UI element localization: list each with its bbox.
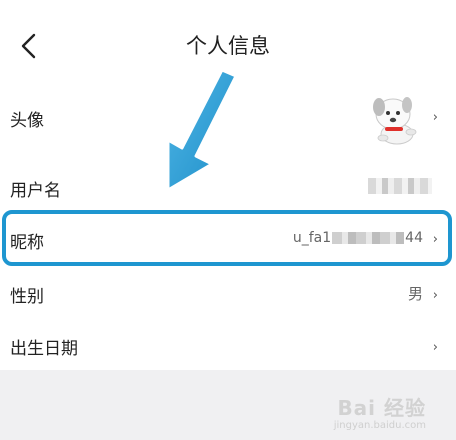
avatar: [367, 94, 423, 148]
nickname-value-suffix: 44: [405, 230, 423, 246]
nav-header: 个人信息: [0, 0, 456, 90]
page-title: 个人信息: [186, 34, 270, 58]
username-row: 用户名: [0, 160, 456, 212]
username-label: 用户名: [10, 181, 61, 201]
nickname-chevron-icon: ›: [432, 232, 438, 247]
birthday-chevron-icon: ›: [432, 340, 438, 355]
avatar-label: 头像: [10, 111, 44, 131]
nickname-label: 昵称: [10, 233, 44, 253]
gender-row[interactable]: 性别 男 ›: [0, 268, 456, 320]
birthday-row[interactable]: 出生日期 ›: [0, 320, 456, 372]
gender-label: 性别: [10, 287, 44, 307]
gender-chevron-icon: ›: [432, 288, 438, 303]
birthday-label: 出生日期: [10, 339, 78, 359]
nickname-row[interactable]: 昵称 u_fa1 44 ›: [0, 212, 456, 268]
profile-page: 个人信息 头像 › 用户名 昵称 u_fa1 44 › 性别 男 › 出生日期 …: [0, 0, 456, 440]
nickname-value: u_fa1 44: [293, 230, 423, 246]
baidu-watermark: Bai 经验: [337, 396, 426, 420]
page-footer: Bai 经验 jingyan.baidu.com: [0, 370, 456, 440]
avatar-row[interactable]: 头像 ›: [0, 88, 456, 145]
username-blurred-value: [368, 178, 432, 194]
nickname-blur-mask: [332, 232, 405, 244]
avatar-chevron-icon: ›: [432, 110, 438, 125]
baidu-watermark-url: jingyan.baidu.com: [333, 420, 426, 431]
dog-mascot-avatar-icon: [373, 97, 417, 145]
gender-value: 男: [407, 285, 423, 303]
nickname-value-prefix: u_fa1: [292, 230, 332, 246]
